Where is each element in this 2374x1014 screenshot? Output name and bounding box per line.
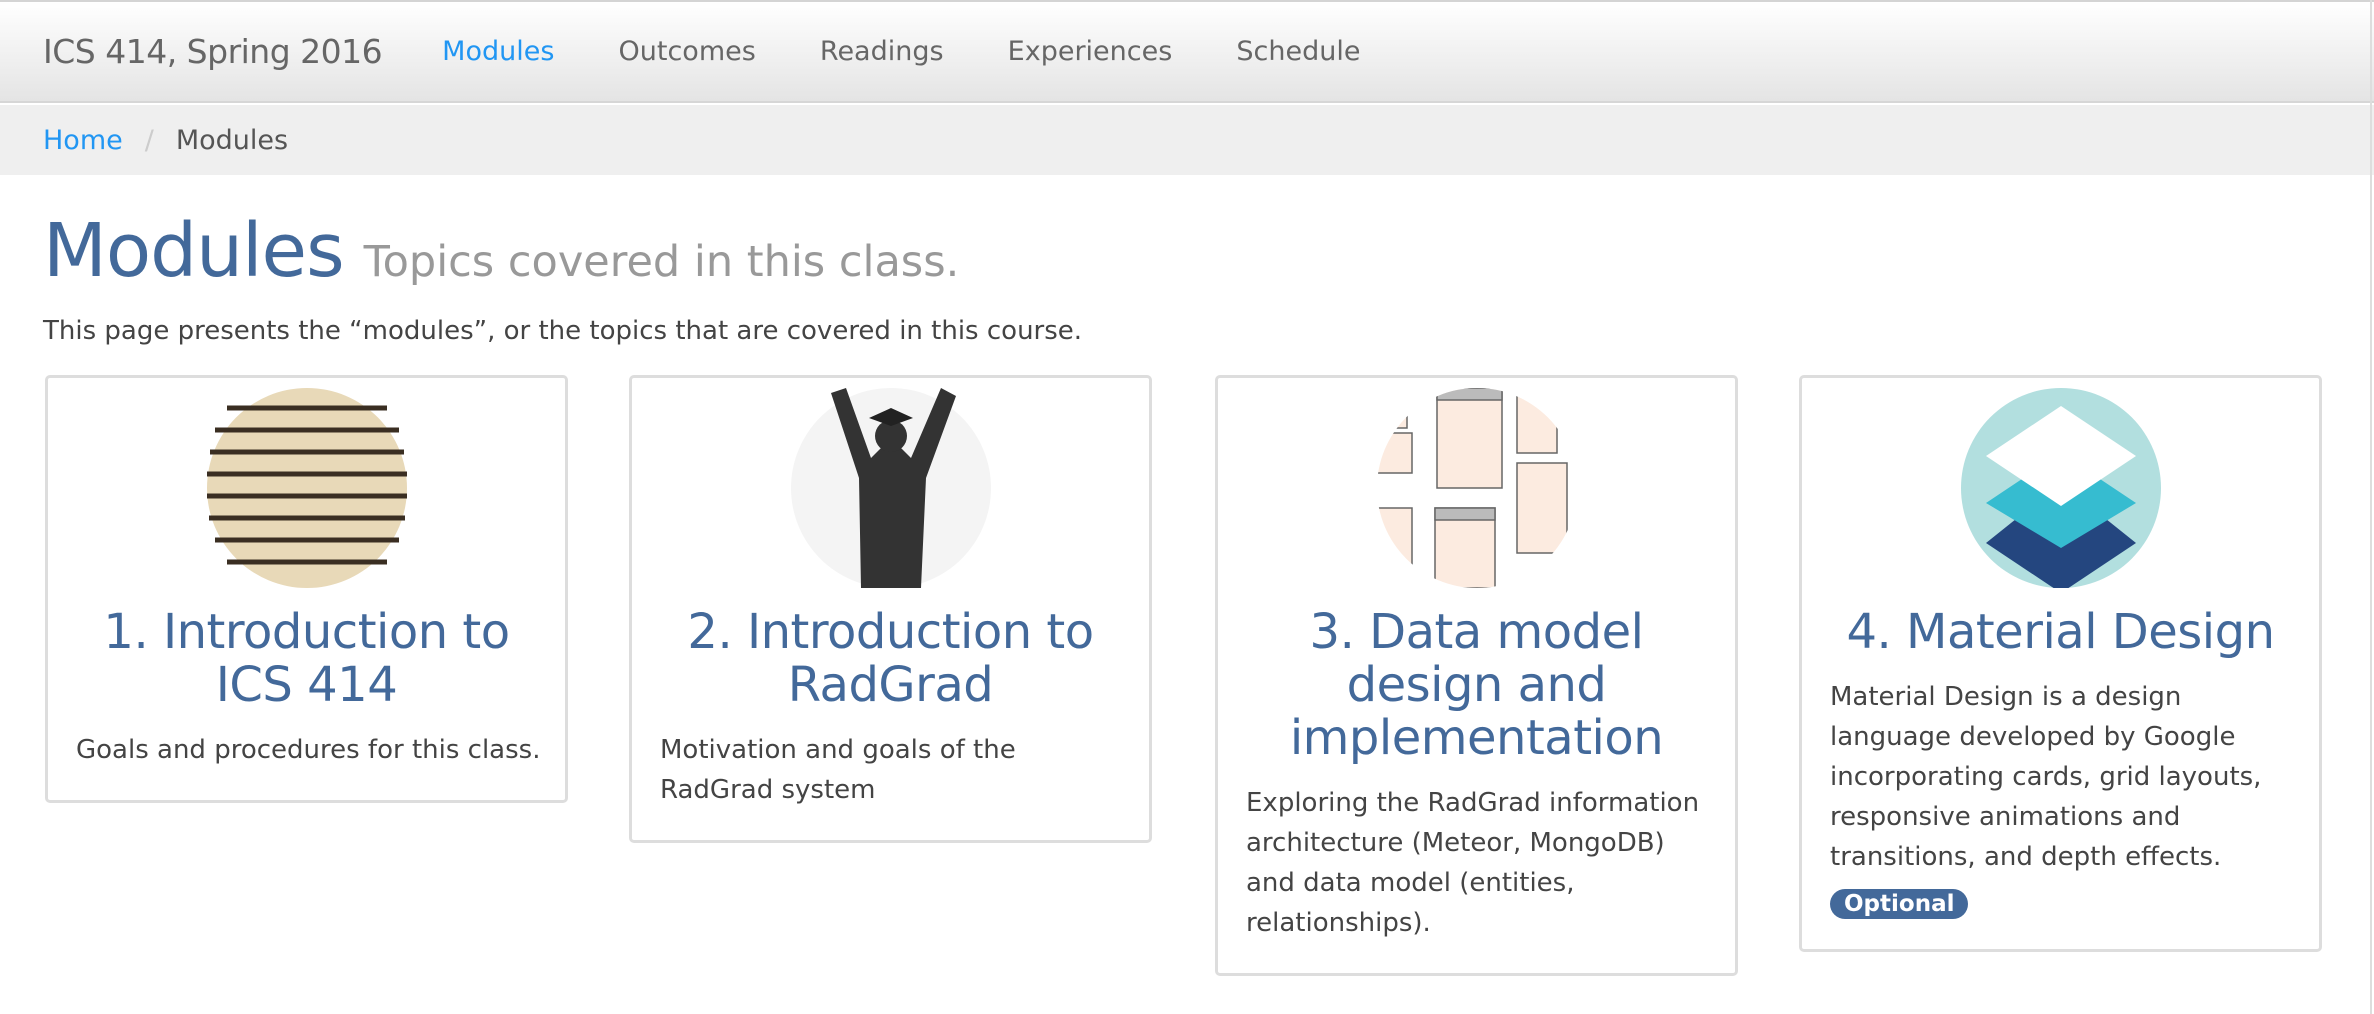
nav-modules[interactable]: Modules [442,36,554,67]
graduate-image [790,388,991,588]
nav-readings[interactable]: Readings [820,36,944,67]
module-title[interactable]: 4. Material Design [1826,606,2295,659]
page-intro: This page presents the “modules”, or the… [43,316,1083,346]
breadcrumb: Home / Modules [0,105,2374,175]
module-card-1[interactable]: 1. Introduction to ICS 414 Goals and pro… [45,375,568,803]
nav-menu: Modules Outcomes Readings Experiences Sc… [442,36,1419,67]
nav-outcomes[interactable]: Outcomes [619,36,756,67]
window-edge [2370,0,2372,1014]
er-diagram-image [1376,388,1568,588]
breadcrumb-current: Modules [175,124,289,156]
navbar: ICS 414, Spring 2016 Modules Outcomes Re… [0,2,2374,103]
material-design-logo [1960,388,2161,588]
module-description: Motivation and goals of the RadGrad syst… [660,735,1016,805]
breadcrumb-separator: / [144,124,154,156]
dictionary-image [206,388,407,588]
nav-experiences[interactable]: Experiences [1008,36,1173,67]
module-description: Material Design is a design language dev… [1830,682,2262,872]
page-title: Modules [43,208,345,294]
module-title[interactable]: 1. Introduction to ICS 414 [72,606,541,712]
module-title[interactable]: 3. Data model design and implementation [1242,606,1711,765]
breadcrumb-home[interactable]: Home [43,125,123,156]
module-card-2[interactable]: 2. Introduction to RadGrad Motivation an… [629,375,1152,843]
module-description: Exploring the RadGrad information archit… [1246,788,1700,938]
module-card-3[interactable]: 3. Data model design and implementation … [1215,375,1738,976]
page-subtitle: Topics covered in this class. [363,237,960,287]
module-title[interactable]: 2. Introduction to RadGrad [656,606,1125,712]
module-description: Goals and procedures for this class. [76,735,541,765]
module-card-4[interactable]: 4. Material Design Material Design is a … [1799,375,2322,952]
page-header: Modules Topics covered in this class. [43,208,959,294]
optional-badge: Optional [1830,889,1969,919]
nav-schedule[interactable]: Schedule [1236,36,1360,67]
brand[interactable]: ICS 414, Spring 2016 [43,32,383,71]
